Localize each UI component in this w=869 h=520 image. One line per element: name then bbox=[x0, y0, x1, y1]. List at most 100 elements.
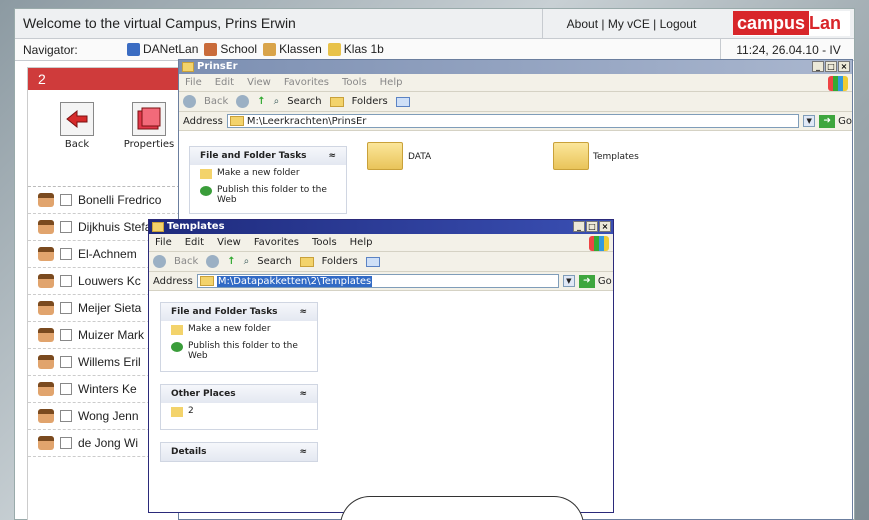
publish-web-link[interactable]: Publish this folder to the Web bbox=[161, 338, 317, 364]
views-icon[interactable] bbox=[365, 256, 380, 267]
menu-help[interactable]: Help bbox=[380, 77, 403, 88]
crumb-danetlan[interactable]: DANetLan bbox=[127, 42, 198, 56]
back-icon[interactable] bbox=[153, 255, 166, 268]
minimize-button[interactable]: _ bbox=[573, 221, 585, 232]
minimize-button[interactable]: _ bbox=[812, 61, 824, 72]
search-button[interactable]: Search bbox=[287, 96, 321, 107]
student-checkbox[interactable] bbox=[60, 194, 72, 206]
folder-icon bbox=[152, 222, 164, 232]
other-place-2-link[interactable]: 2 bbox=[161, 403, 317, 420]
forward-icon[interactable] bbox=[206, 255, 220, 268]
up-folder-icon[interactable]: ↑ bbox=[227, 256, 235, 267]
back-tool[interactable]: Back bbox=[42, 102, 112, 150]
address-input[interactable]: M:\Datapakketten\2\Templates bbox=[196, 274, 559, 288]
up-folder-icon[interactable]: ↑ bbox=[257, 96, 265, 107]
student-avatar-icon bbox=[38, 193, 54, 207]
menu-bar: File Edit View Favorites Tools Help bbox=[179, 74, 852, 92]
crumb-klas-1b[interactable]: Klas 1b bbox=[327, 42, 384, 56]
task-pane-title: File and Folder Tasks bbox=[171, 307, 278, 317]
go-button[interactable]: ➜ Go bbox=[819, 114, 852, 128]
student-checkbox[interactable] bbox=[60, 410, 72, 422]
folders-icon bbox=[299, 256, 314, 267]
folder-templates-label[interactable]: Templates bbox=[593, 152, 639, 162]
folder-data-icon[interactable] bbox=[367, 142, 403, 170]
menu-help[interactable]: Help bbox=[350, 237, 373, 248]
back-icon[interactable] bbox=[183, 95, 196, 108]
go-arrow-icon: ➜ bbox=[819, 114, 836, 128]
menu-tools[interactable]: Tools bbox=[342, 77, 367, 88]
chevron-down-icon[interactable]: ▼ bbox=[803, 115, 816, 127]
details-header[interactable]: Details ≈ bbox=[161, 443, 317, 461]
menu-tools[interactable]: Tools bbox=[312, 237, 337, 248]
tool-row: Back Properties bbox=[28, 90, 178, 200]
toolbar: Back ↑ ⌕ Search Folders bbox=[149, 252, 613, 272]
address-input[interactable]: M:\Leerkrachten\PrinsEr bbox=[226, 114, 800, 128]
crumb-klassen[interactable]: Klassen bbox=[263, 42, 322, 56]
student-checkbox[interactable] bbox=[60, 221, 72, 233]
forward-icon[interactable] bbox=[236, 95, 250, 108]
close-button[interactable]: × bbox=[599, 221, 611, 232]
explorer-window-templates: Templates _ □ × File Edit View Favorites… bbox=[148, 219, 614, 513]
student-name: Wong Jenn bbox=[78, 409, 139, 423]
toolbar: Back ↑ ⌕ Search Folders bbox=[179, 92, 852, 112]
folder-data-label[interactable]: DATA bbox=[408, 152, 431, 162]
folder-icon bbox=[171, 407, 183, 417]
address-bar: Address M:\Datapakketten\2\Templates ▼ ➜… bbox=[149, 272, 613, 291]
address-label: Address bbox=[183, 115, 223, 127]
go-label: Go bbox=[838, 115, 852, 127]
folders-button[interactable]: Folders bbox=[322, 256, 358, 267]
student-checkbox[interactable] bbox=[60, 383, 72, 395]
breadcrumb: DANetLan School Klassen Klas 1b bbox=[127, 42, 384, 56]
folders-icon bbox=[329, 96, 344, 107]
list-item[interactable]: Bonelli Fredrico bbox=[28, 187, 180, 214]
student-checkbox[interactable] bbox=[60, 329, 72, 341]
close-button[interactable]: × bbox=[838, 61, 850, 72]
menu-favorites[interactable]: Favorites bbox=[254, 237, 299, 248]
collapse-icon: ≈ bbox=[299, 307, 307, 317]
folder-templates-icon[interactable] bbox=[553, 142, 589, 170]
menu-file[interactable]: File bbox=[155, 237, 172, 248]
new-folder-icon bbox=[200, 169, 212, 179]
publish-web-link[interactable]: Publish this folder to the Web bbox=[190, 182, 346, 208]
student-checkbox[interactable] bbox=[60, 356, 72, 368]
header-links[interactable]: About | My vCE | Logout bbox=[542, 9, 720, 39]
menu-view[interactable]: View bbox=[217, 237, 241, 248]
student-avatar-icon bbox=[38, 382, 54, 396]
window-titlebar[interactable]: PrinsEr _ □ × bbox=[179, 60, 852, 74]
student-checkbox[interactable] bbox=[60, 248, 72, 260]
search-button[interactable]: Search bbox=[257, 256, 291, 267]
student-name: de Jong Wi bbox=[78, 436, 139, 450]
back-button[interactable]: Back bbox=[204, 96, 228, 107]
menu-edit[interactable]: Edit bbox=[185, 237, 204, 248]
maximize-button[interactable]: □ bbox=[825, 61, 837, 72]
network-icon bbox=[127, 42, 140, 56]
crumb-school[interactable]: School bbox=[204, 42, 257, 56]
window-titlebar[interactable]: Templates _ □ × bbox=[149, 220, 613, 234]
other-places-header[interactable]: Other Places ≈ bbox=[161, 385, 317, 403]
chevron-down-icon[interactable]: ▼ bbox=[562, 275, 575, 287]
navigator-label: Navigator: bbox=[23, 43, 78, 57]
menu-view[interactable]: View bbox=[247, 77, 271, 88]
make-new-folder-link[interactable]: Make a new folder bbox=[190, 165, 346, 182]
desk-icon bbox=[327, 42, 341, 56]
menu-favorites[interactable]: Favorites bbox=[284, 77, 329, 88]
student-avatar-icon bbox=[38, 328, 54, 342]
back-button[interactable]: Back bbox=[174, 256, 198, 267]
make-new-folder-link[interactable]: Make a new folder bbox=[161, 321, 317, 338]
student-checkbox[interactable] bbox=[60, 275, 72, 287]
properties-tool[interactable]: Properties bbox=[114, 102, 184, 150]
menu-edit[interactable]: Edit bbox=[215, 77, 234, 88]
task-pane-header[interactable]: File and Folder Tasks ≈ bbox=[161, 303, 317, 321]
student-checkbox[interactable] bbox=[60, 302, 72, 314]
globe-icon bbox=[200, 186, 212, 196]
folders-button[interactable]: Folders bbox=[352, 96, 388, 107]
maximize-button[interactable]: □ bbox=[586, 221, 598, 232]
logo-lan: Lan bbox=[809, 13, 842, 33]
task-pane-header[interactable]: File and Folder Tasks ≈ bbox=[190, 147, 346, 165]
address-value: M:\Datapakketten\2\Templates bbox=[216, 275, 373, 287]
go-button[interactable]: ➜ Go bbox=[578, 274, 612, 288]
menu-file[interactable]: File bbox=[185, 77, 202, 88]
views-icon[interactable] bbox=[395, 96, 410, 107]
address-bar: Address M:\Leerkrachten\PrinsEr ▼ ➜ Go bbox=[179, 112, 852, 131]
student-checkbox[interactable] bbox=[60, 437, 72, 449]
